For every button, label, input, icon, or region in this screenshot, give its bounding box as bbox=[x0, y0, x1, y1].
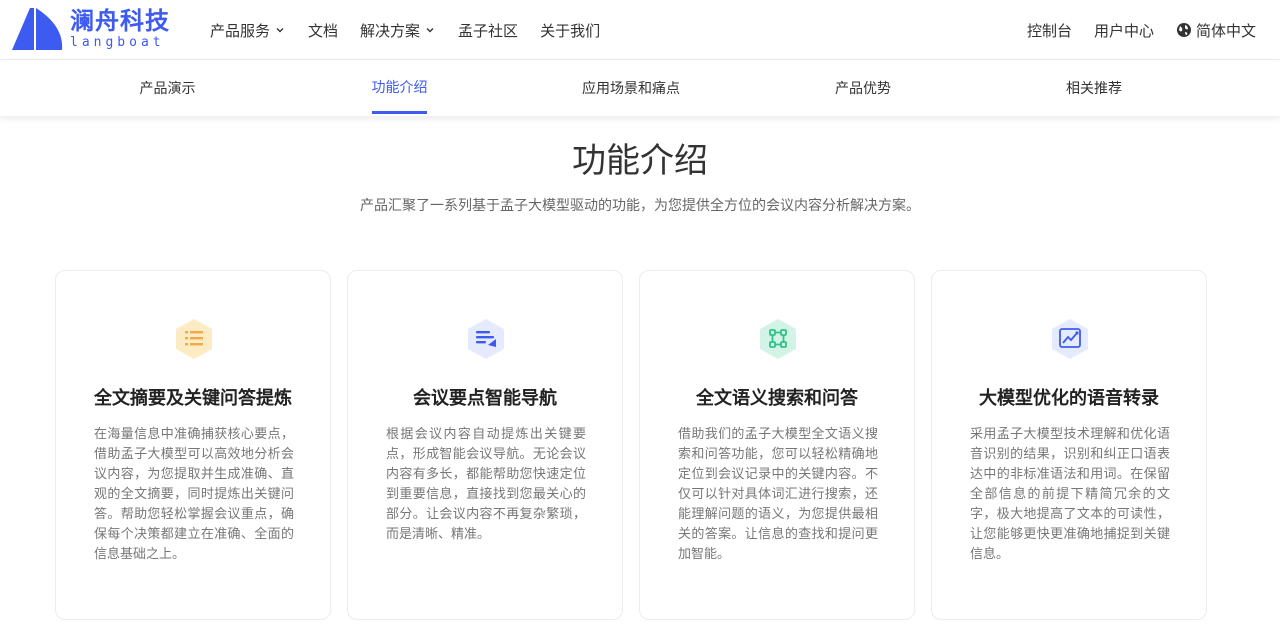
nav-about[interactable]: 关于我们 bbox=[540, 20, 600, 41]
card-title: 会议要点智能导航 bbox=[413, 388, 557, 409]
semantic-search-icon bbox=[760, 319, 796, 359]
nav-products[interactable]: 产品服务 bbox=[210, 20, 286, 41]
language-label: 简体中文 bbox=[1195, 21, 1256, 40]
section-title: 功能介绍 bbox=[572, 141, 708, 181]
chevron-down-icon bbox=[426, 28, 434, 33]
logo-chinese-name: 澜舟科技 bbox=[70, 7, 170, 35]
tab-recommendations[interactable]: 相关推荐 bbox=[1066, 60, 1122, 116]
nav-community-label: 孟子社区 bbox=[458, 21, 519, 40]
nav-community[interactable]: 孟子社区 bbox=[458, 20, 518, 41]
nav-docs-label: 文档 bbox=[308, 21, 339, 40]
langboat-logo[interactable]: 澜舟科技 langboat bbox=[10, 4, 170, 54]
feature-card: 全文摘要及关键问答提炼 在海量信息中准确捕获核心要点，借助孟子大模型可以高效地分… bbox=[55, 270, 331, 620]
console-link[interactable]: 控制台 bbox=[1027, 20, 1072, 41]
logo-english-name: langboat bbox=[70, 35, 165, 50]
globe-icon bbox=[1176, 23, 1191, 37]
top-header: 澜舟科技 langboat 产品服务 文档 解决方案 孟子社区 关于我们 控制台… bbox=[0, 0, 1280, 60]
nav-products-label: 产品服务 bbox=[210, 21, 271, 40]
feature-card: 会议要点智能导航 根据会议内容自动提炼出关键要点，形成智能会议导航。无论会议内容… bbox=[347, 270, 623, 620]
feature-card: 大模型优化的语音转录 采用孟子大模型技术理解和优化语音识别的结果，识别和纠正口语… bbox=[931, 270, 1207, 620]
nav-solutions[interactable]: 解决方案 bbox=[360, 20, 436, 41]
speech-transcription-icon bbox=[1052, 319, 1088, 359]
sail-logo-icon bbox=[12, 8, 63, 50]
nav-docs[interactable]: 文档 bbox=[308, 20, 338, 41]
chevron-down-icon bbox=[276, 28, 284, 33]
tab-scenarios[interactable]: 应用场景和痛点 bbox=[582, 60, 680, 116]
tab-features[interactable]: 功能介绍 bbox=[372, 60, 428, 114]
user-center-link[interactable]: 用户中心 bbox=[1094, 20, 1154, 41]
feature-card: 全文语义搜索和问答 借助我们的孟子大模型全文语义搜索和问答功能，您可以轻松精确地… bbox=[639, 270, 915, 620]
card-title: 大模型优化的语音转录 bbox=[979, 388, 1159, 409]
main-nav: 产品服务 文档 解决方案 孟子社区 关于我们 bbox=[210, 0, 600, 60]
card-description: 借助我们的孟子大模型全文语义搜索和问答功能，您可以轻松精确地定位到会议记录中的关… bbox=[678, 427, 878, 562]
card-description: 采用孟子大模型技术理解和优化语音识别的结果，识别和纠正口语表达中的非标准语法和用… bbox=[970, 427, 1170, 562]
card-title: 全文语义搜索和问答 bbox=[696, 388, 858, 409]
smart-navigation-icon bbox=[468, 319, 504, 359]
tab-advantages[interactable]: 产品优势 bbox=[835, 60, 891, 116]
logo-text: 澜舟科技 langboat bbox=[70, 9, 170, 49]
card-title: 全文摘要及关键问答提炼 bbox=[94, 388, 292, 409]
nav-solutions-label: 解决方案 bbox=[360, 21, 421, 40]
card-description: 在海量信息中准确捕获核心要点，借助孟子大模型可以高效地分析会议内容，为您提取并生… bbox=[94, 427, 294, 562]
tab-demo[interactable]: 产品演示 bbox=[139, 60, 196, 116]
nav-about-label: 关于我们 bbox=[540, 21, 601, 40]
section-tabs: 产品演示 功能介绍 应用场景和痛点 产品优势 相关推荐 bbox=[0, 60, 1280, 116]
header-actions: 控制台 用户中心 简体中文 bbox=[1027, 0, 1256, 60]
language-switch[interactable]: 简体中文 bbox=[1176, 20, 1256, 41]
card-description: 根据会议内容自动提炼出关键要点，形成智能会议导航。无论会议内容有多长，都能帮助您… bbox=[386, 427, 586, 542]
summary-list-icon bbox=[176, 319, 212, 359]
section-subtitle: 产品汇聚了一系列基于孟子大模型驱动的功能，为您提供全方位的会议内容分析解决方案。 bbox=[360, 198, 920, 214]
